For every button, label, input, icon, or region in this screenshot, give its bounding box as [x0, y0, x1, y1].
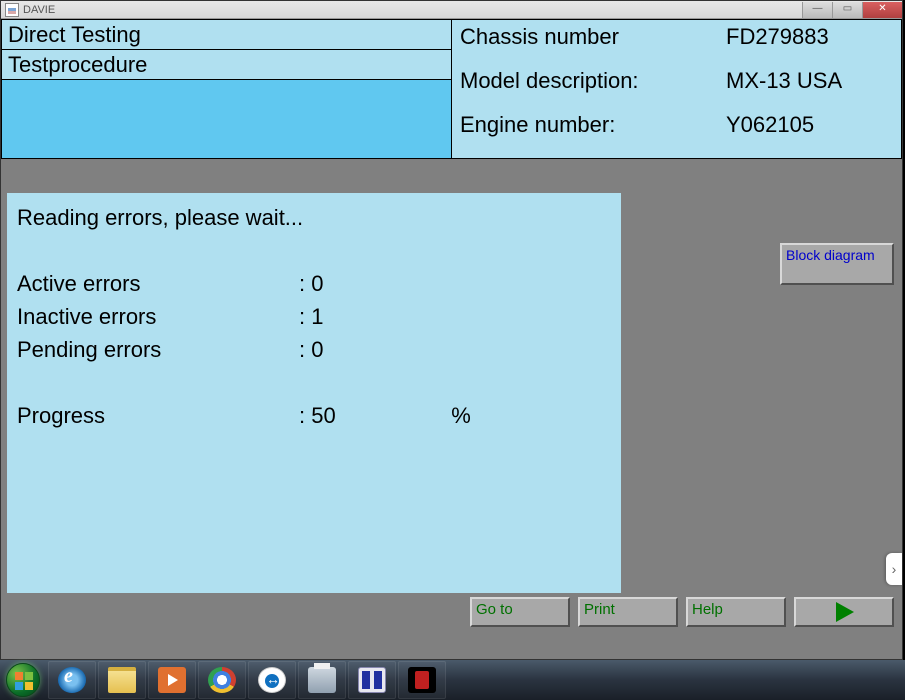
chassis-label: Chassis number: [460, 24, 726, 50]
folder-icon: [108, 667, 136, 693]
taskbar-chrome[interactable]: [198, 661, 246, 699]
engine-row: Engine number: Y062105: [460, 112, 893, 156]
goto-button[interactable]: Go to: [470, 597, 570, 627]
pending-errors-label: Pending errors: [17, 333, 299, 366]
inactive-errors-value: 1: [311, 300, 451, 333]
play-button[interactable]: [794, 597, 894, 627]
start-button[interactable]: [0, 660, 46, 700]
print-button[interactable]: Print: [578, 597, 678, 627]
taskbar-printer[interactable]: [298, 661, 346, 699]
inactive-errors-label: Inactive errors: [17, 300, 299, 333]
inactive-errors-row: Inactive errors : 1: [17, 300, 611, 333]
help-button[interactable]: Help: [686, 597, 786, 627]
titlebar: DAVIE ― ▭ ✕: [1, 1, 902, 19]
header-row: Direct Testing Testprocedure Chassis num…: [1, 19, 902, 159]
app-icon: [5, 3, 19, 17]
taskbar-teamviewer[interactable]: [248, 661, 296, 699]
progress-label: Progress: [17, 399, 299, 432]
ie-icon: [58, 667, 86, 693]
bottom-button-bar: Go to Print Help: [1, 597, 902, 629]
minimize-button[interactable]: ―: [802, 2, 832, 18]
header-direct-testing: Direct Testing: [2, 20, 451, 50]
chrome-icon: [208, 667, 236, 693]
content-panel: Reading errors, please wait... Active er…: [7, 193, 621, 593]
mid-area: Reading errors, please wait... Active er…: [1, 159, 902, 629]
teamviewer-icon: [258, 667, 286, 693]
model-label: Model description:: [460, 68, 726, 94]
taskbar-davie[interactable]: [348, 661, 396, 699]
taskbar-mediaplayer[interactable]: [148, 661, 196, 699]
taskbar-ie[interactable]: [48, 661, 96, 699]
window-controls: ― ▭ ✕: [802, 2, 902, 18]
engine-label: Engine number:: [460, 112, 726, 138]
header-active-strip: [2, 80, 451, 158]
header-testprocedure: Testprocedure: [2, 50, 451, 80]
active-errors-label: Active errors: [17, 267, 299, 300]
active-errors-row: Active errors : 0: [17, 267, 611, 300]
status-line: Reading errors, please wait...: [17, 201, 611, 234]
header-right-panel: Chassis number FD279883 Model descriptio…: [452, 19, 902, 159]
taskbar: [0, 660, 905, 700]
side-expand-tab[interactable]: ›: [886, 553, 902, 585]
app-window: DAVIE ― ▭ ✕ Direct Testing Testprocedure…: [0, 0, 903, 660]
printer-icon: [308, 667, 336, 693]
header-left-panel: Direct Testing Testprocedure: [1, 19, 452, 159]
progress-unit: %: [451, 399, 471, 432]
engine-value: Y062105: [726, 112, 893, 138]
progress-value: 50: [311, 399, 451, 432]
model-value: MX-13 USA: [726, 68, 893, 94]
mediaplayer-icon: [158, 667, 186, 693]
app-body: Direct Testing Testprocedure Chassis num…: [1, 19, 902, 659]
progress-row: Progress : 50 %: [17, 399, 611, 432]
close-button[interactable]: ✕: [862, 2, 902, 18]
block-diagram-button[interactable]: Block diagram: [780, 243, 894, 285]
play-icon: [832, 600, 856, 624]
model-row: Model description: MX-13 USA: [460, 68, 893, 112]
active-errors-value: 0: [311, 267, 451, 300]
taskbar-explorer[interactable]: [98, 661, 146, 699]
windows-orb-icon: [6, 663, 40, 697]
pending-errors-row: Pending errors : 0: [17, 333, 611, 366]
window-title: DAVIE: [23, 4, 55, 16]
pending-errors-value: 0: [311, 333, 451, 366]
chassis-value: FD279883: [726, 24, 893, 50]
taskbar-redapp[interactable]: [398, 661, 446, 699]
redapp-icon: [408, 667, 436, 693]
maximize-button[interactable]: ▭: [832, 2, 862, 18]
davie-icon: [358, 667, 386, 693]
chassis-row: Chassis number FD279883: [460, 24, 893, 68]
